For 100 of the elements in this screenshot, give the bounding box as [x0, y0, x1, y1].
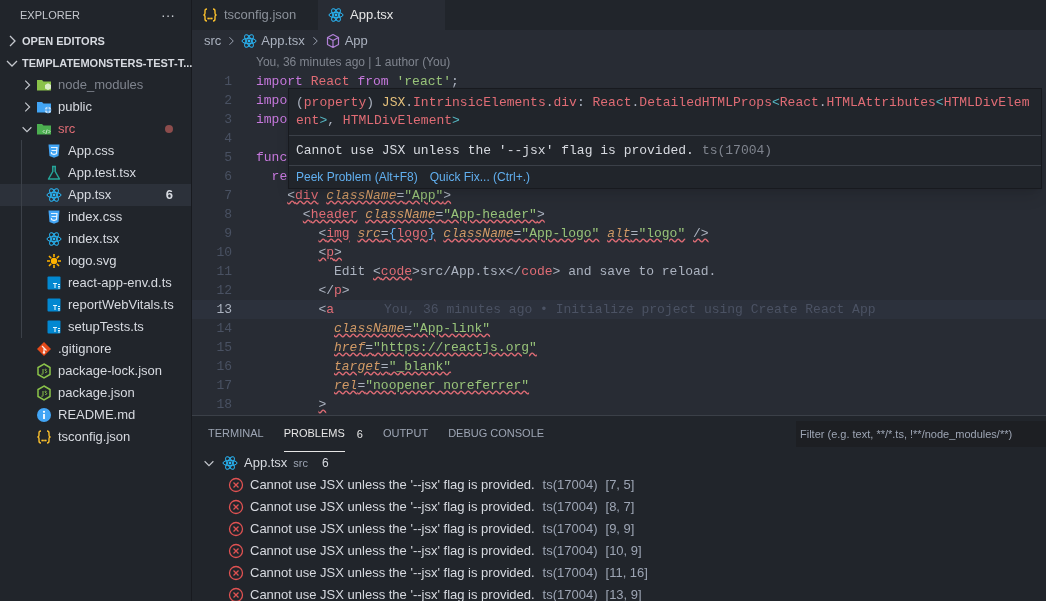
codelens-text[interactable]: You, 36 minutes ago | 1 author (You) [256, 53, 451, 71]
editor-tab[interactable]: App.tsx [318, 0, 445, 30]
problem-group-row[interactable]: App.tsx src 6 [192, 452, 1046, 474]
code-line: <img src={logo} className="App-logo" alt="logo" /> [317, 224, 709, 243]
problem-row[interactable]: Cannot use JSX unless the '--jsx' flag is provided. ts(17004) [11, 16] [192, 562, 1046, 584]
code-line: target="_blank" [333, 357, 452, 376]
problem-row[interactable]: Cannot use JSX unless the '--jsx' flag is provided. ts(17004) [8, 7] [192, 496, 1046, 518]
problem-code: ts(17004) [542, 564, 598, 583]
folder-icon [36, 121, 52, 137]
error-code: ts(17004) [701, 141, 773, 160]
file-name: node_modules [58, 76, 144, 95]
file-name: package-lock.json [58, 362, 163, 381]
tree-item[interactable]: reportWebVitals.ts [0, 294, 191, 316]
css-file-icon [46, 209, 62, 225]
tree-item[interactable]: setupTests.ts [0, 316, 191, 338]
more-actions-button[interactable]: ··· [161, 4, 175, 26]
panel-tab[interactable]: OUTPUT [374, 416, 437, 452]
code-line: Edit <code>src/App.tsx</code> and save to reload. [333, 262, 717, 281]
section-title: OPEN EDITORS [22, 33, 105, 49]
problem-count: 6 [322, 455, 329, 472]
error-icon [228, 587, 244, 601]
tree-item[interactable]: react-app-env.d.ts [0, 272, 191, 294]
ts-file-icon [46, 275, 62, 291]
problem-code: ts(17004) [542, 476, 598, 495]
panel-tab[interactable]: TERMINAL [200, 416, 272, 452]
section-title: TEMPLATEMONSTERS-TEST-T... [22, 55, 193, 71]
atom-icon [46, 231, 62, 247]
code-line: className="App-link" [333, 319, 491, 338]
tree-item[interactable]: public [0, 96, 191, 118]
tree-item[interactable]: node_modules [0, 74, 191, 96]
code-line: func [256, 148, 288, 167]
error-icon [228, 521, 244, 537]
sidebar-title: EXPLORER [20, 7, 80, 23]
tree-item-selected[interactable]: App.tsx 6 [0, 184, 191, 206]
ts-file-icon [46, 319, 62, 335]
file-name: src [58, 120, 76, 139]
tree-item[interactable]: index.tsx [0, 228, 191, 250]
breadcrumb-item[interactable]: App [324, 31, 368, 51]
ts-file-icon [46, 297, 62, 313]
problem-row[interactable]: Cannot use JSX unless the '--jsx' flag is provided. ts(17004) [7, 5] [192, 474, 1046, 496]
breadcrumb-item[interactable]: App.tsx [241, 31, 305, 51]
action-link[interactable]: Quick Fix... (Ctrl+.) [429, 168, 531, 186]
breadcrumb-item[interactable]: src [204, 31, 222, 51]
sun-icon [46, 253, 62, 269]
file-name: public [58, 98, 92, 117]
file-name: setupTests.ts [68, 318, 144, 337]
panel-tab[interactable]: DEBUG CONSOLE [440, 416, 553, 452]
tree-item[interactable]: tsconfig.json [0, 426, 191, 448]
error-icon [228, 565, 244, 581]
file-name: index.tsx [68, 230, 120, 249]
code-line: rel="noopener noreferrer" [333, 376, 530, 395]
code-line: impo [256, 110, 288, 129]
action-link[interactable]: Peek Problem (Alt+F8) [296, 168, 418, 186]
panel-tab[interactable]: PROBLEMS 6 [275, 416, 371, 452]
css-file-icon [46, 143, 62, 159]
code-line: import React from 'react'; [256, 72, 459, 91]
problem-position: [9, 9] [605, 520, 635, 539]
hexagon-icon [36, 363, 52, 379]
flask-icon [46, 165, 62, 181]
folder-icon [36, 77, 52, 93]
tree-item[interactable]: .gitignore [0, 338, 191, 360]
braces-icon [202, 7, 218, 23]
section-header[interactable]: OPEN EDITORS [0, 30, 191, 52]
type-signature-line: ent>, HTMLDivElement> [296, 112, 461, 130]
problem-message: Cannot use JSX unless the '--jsx' flag is provided. [250, 564, 535, 583]
problem-position: [10, 9] [605, 542, 642, 561]
problem-position: [7, 5] [605, 476, 635, 495]
code-line: </p> [317, 281, 350, 300]
code-line: <header className="App-header"> [301, 205, 545, 224]
code-line: href="https://reactjs.org" [333, 338, 537, 357]
tree-item[interactable]: package-lock.json [0, 360, 191, 382]
tree-item[interactable]: README.md [0, 404, 191, 426]
info-icon [36, 407, 52, 423]
tree-item[interactable]: logo.svg [0, 250, 191, 272]
filter-field[interactable]: Filter (e.g. text, **/*.ts, !**/node_modules/**) [796, 421, 1046, 447]
file-name: App.tsx [244, 454, 288, 473]
problem-row[interactable]: Cannot use JSX unless the '--jsx' flag is provided. ts(17004) [9, 9] [192, 518, 1046, 540]
type-signature-line: (property) JSX.IntrinsicElements.div: React.DetailedHTMLProps<React.HTMLAttributes<HTMLDivElem [296, 94, 1031, 112]
problem-message: Cannot use JSX unless the '--jsx' flag is provided. [250, 542, 535, 561]
code-line: <div className="App"> [286, 186, 452, 205]
atom-icon [222, 455, 238, 471]
problem-code: ts(17004) [542, 498, 598, 517]
problem-message: Cannot use JSX unless the '--jsx' flag is provided. [250, 476, 535, 495]
problem-row[interactable]: Cannot use JSX unless the '--jsx' flag is provided. ts(17004) [10, 9] [192, 540, 1046, 562]
hexagon-icon [36, 385, 52, 401]
section-header[interactable]: TEMPLATEMONSTERS-TEST-T... [0, 52, 191, 74]
cube-icon [324, 33, 341, 49]
tree-item[interactable]: App.test.tsx [0, 162, 191, 184]
file-name: tsconfig.json [58, 428, 131, 447]
error-icon [228, 543, 244, 559]
tree-item[interactable]: package.json [0, 382, 191, 404]
code-line: impo [256, 91, 288, 110]
tree-item[interactable]: index.css [0, 206, 191, 228]
error-icon [228, 499, 244, 515]
tree-item[interactable]: src [0, 118, 191, 140]
tree-item[interactable]: App.css [0, 140, 191, 162]
file-name: reportWebVitals.ts [68, 296, 174, 315]
problem-code: ts(17004) [542, 542, 598, 561]
file-name: react-app-env.d.ts [68, 274, 172, 293]
file-name: App.css [68, 142, 115, 161]
